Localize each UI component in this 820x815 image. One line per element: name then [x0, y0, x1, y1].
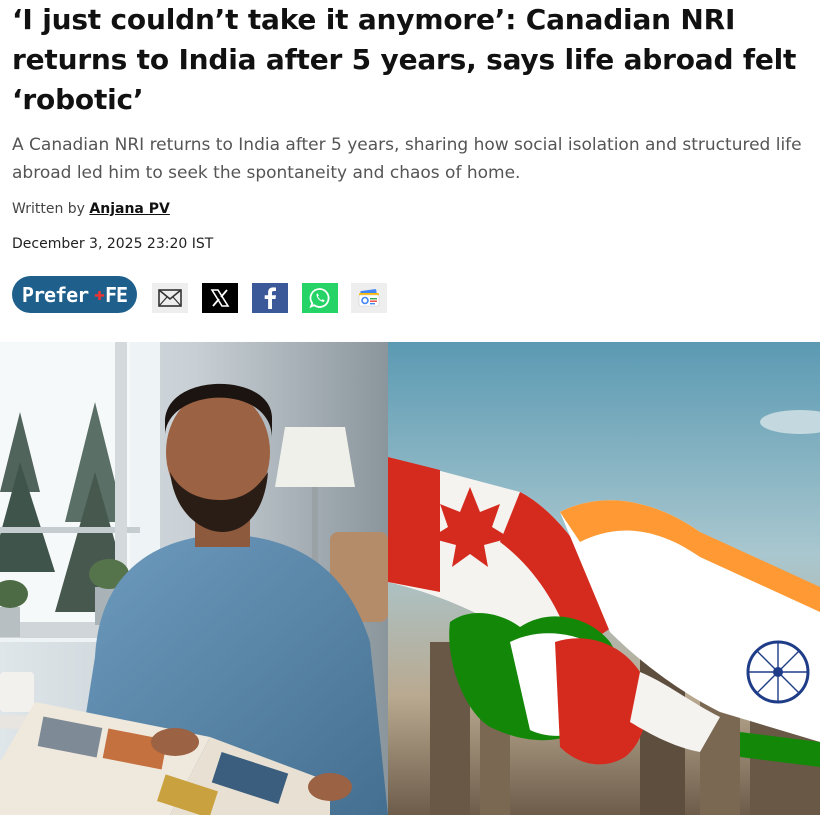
- article-headline: ‘I just couldn’t take it anymore’: Canad…: [12, 3, 797, 116]
- prefer-fe-button[interactable]: Prefer ✚ FE: [12, 276, 137, 313]
- plus-icon: ✚: [94, 284, 105, 305]
- article-summary: A Canadian NRI returns to India after 5 …: [12, 135, 802, 183]
- mail-icon: [158, 289, 182, 307]
- whatsapp-icon: [309, 288, 330, 309]
- x-icon: [210, 289, 230, 307]
- facebook-icon: [264, 287, 276, 309]
- google-news-icon: [358, 289, 380, 307]
- fe-label: FE: [105, 282, 128, 307]
- prefer-label: Prefer: [21, 282, 89, 307]
- hero-image: [0, 342, 820, 815]
- google-news-share-button[interactable]: [351, 283, 387, 313]
- mail-share-button[interactable]: [152, 283, 188, 313]
- byline: Written by Anjana PV: [12, 201, 170, 217]
- author-link[interactable]: Anjana PV: [89, 201, 169, 217]
- facebook-share-button[interactable]: [252, 283, 288, 313]
- man-reading-scene: [0, 342, 388, 815]
- publish-date: December 3, 2025 23:20 IST: [12, 236, 214, 252]
- byline-prefix: Written by: [12, 201, 85, 217]
- whatsapp-share-button[interactable]: [302, 283, 338, 313]
- x-share-button[interactable]: [202, 283, 238, 313]
- handshake-flags-scene: [388, 342, 820, 815]
